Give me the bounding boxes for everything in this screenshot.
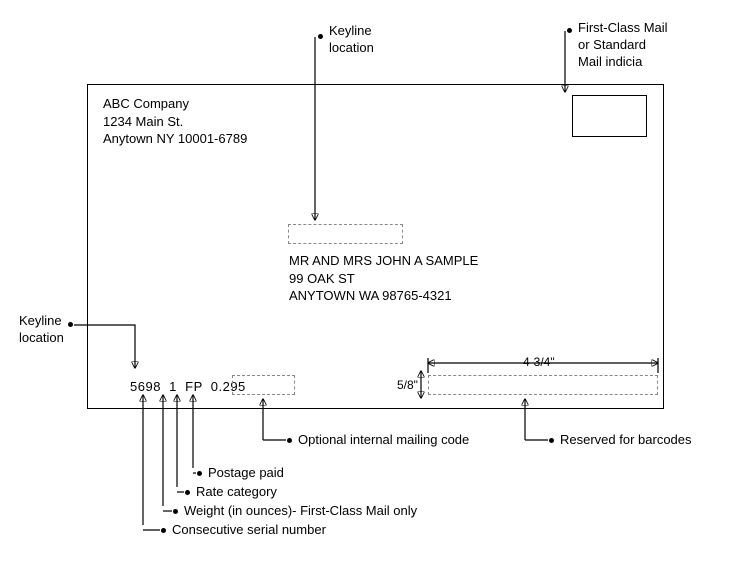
dim-height-label: 5/8" xyxy=(397,378,418,392)
diagram-canvas: Keyline location First-Class Mail or Sta… xyxy=(0,0,737,565)
return-address-line: ABC Company xyxy=(103,95,247,113)
callout-indicia: First-Class Mail or Standard Mail indici… xyxy=(578,20,668,71)
callout-serial: Consecutive serial number xyxy=(172,522,326,539)
keyline-weight: 1 xyxy=(169,379,177,394)
keyline-values: 5698 1 FP 0.295 xyxy=(130,379,246,394)
recipient-line: 99 OAK ST xyxy=(289,270,478,288)
callout-weight: Weight (in ounces)- First-Class Mail onl… xyxy=(184,503,417,520)
bullet xyxy=(68,322,73,327)
indicia-box xyxy=(572,95,647,137)
return-address-line: Anytown NY 10001-6789 xyxy=(103,130,247,148)
bullet xyxy=(173,509,178,514)
keyline-rate: FP xyxy=(185,379,202,394)
return-address-line: 1234 Main St. xyxy=(103,113,247,131)
bullet xyxy=(318,34,323,39)
callout-keyline-top: Keyline location xyxy=(329,23,374,57)
callout-rate-category: Rate category xyxy=(196,484,277,501)
barcode-reserved-box xyxy=(428,375,658,395)
bullet xyxy=(549,438,554,443)
bullet xyxy=(161,528,166,533)
keyline-serial: 5698 xyxy=(130,379,161,394)
recipient-line: ANYTOWN WA 98765-4321 xyxy=(289,287,478,305)
bullet xyxy=(287,438,292,443)
internal-code-box xyxy=(232,375,295,395)
return-address: ABC Company 1234 Main St. Anytown NY 100… xyxy=(103,95,247,148)
recipient-line: MR AND MRS JOHN A SAMPLE xyxy=(289,252,478,270)
dim-width-label: 4-3/4" xyxy=(523,355,555,369)
bullet xyxy=(197,471,202,476)
callout-keyline-left: Keyline location xyxy=(19,313,64,347)
callout-postage-paid: Postage paid xyxy=(208,465,284,482)
callout-optional-code: Optional internal mailing code xyxy=(298,432,469,449)
bullet xyxy=(567,28,572,33)
bullet xyxy=(185,490,190,495)
recipient-address: MR AND MRS JOHN A SAMPLE 99 OAK ST ANYTO… xyxy=(289,252,478,305)
keyline-box-top xyxy=(288,224,403,244)
callout-reserved-barcode: Reserved for barcodes xyxy=(560,432,692,449)
